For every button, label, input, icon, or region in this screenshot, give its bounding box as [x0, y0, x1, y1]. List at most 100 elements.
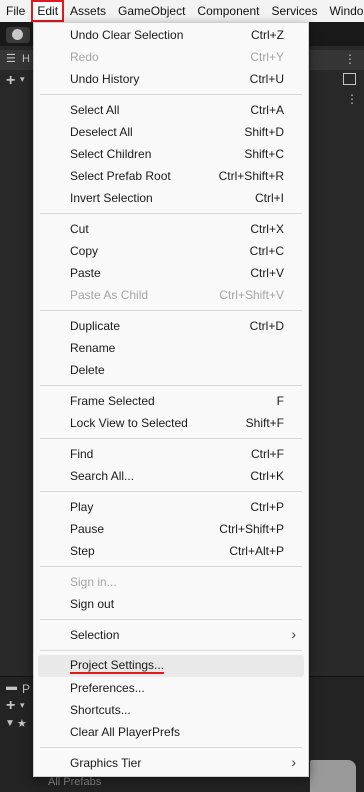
project-create-dropdown-icon[interactable]: ▾: [20, 700, 25, 711]
menu-item-cut[interactable]: Cut Ctrl+X: [38, 218, 304, 240]
menu-item-find[interactable]: Find Ctrl+F: [38, 443, 304, 465]
menu-separator: [40, 747, 302, 748]
menu-item-shortcut: F: [276, 394, 284, 408]
menu-item-redo: Redo Ctrl+Y: [38, 46, 304, 68]
menu-item-label: Deselect All: [70, 125, 133, 139]
menu-item-sign-in: Sign in...: [38, 571, 304, 593]
menu-item-label: Sign in...: [70, 575, 117, 589]
menu-edit[interactable]: Edit: [31, 0, 65, 22]
inspector-panel: [300, 46, 364, 676]
project-create-plus-icon[interactable]: +: [6, 697, 15, 715]
menu-item-copy[interactable]: Copy Ctrl+C: [38, 240, 304, 262]
menu-item-label: Paste As Child: [70, 288, 149, 302]
menu-separator: [40, 438, 302, 439]
menu-item-duplicate[interactable]: Duplicate Ctrl+D: [38, 315, 304, 337]
menu-item-undo-clear-selection[interactable]: Undo Clear Selection Ctrl+Z: [38, 24, 304, 46]
menu-separator: [40, 213, 302, 214]
menu-item-shortcut: Ctrl+Shift+R: [218, 169, 284, 183]
menu-item-paste[interactable]: Paste Ctrl+V: [38, 262, 304, 284]
menu-item-preferences[interactable]: Preferences...: [38, 677, 304, 699]
asset-folder-icon[interactable]: [310, 760, 356, 792]
menu-item-select-prefab-root[interactable]: Select Prefab Root Ctrl+Shift+R: [38, 165, 304, 187]
menu-item-step[interactable]: Step Ctrl+Alt+P: [38, 540, 304, 562]
menu-item-frame-selected[interactable]: Frame Selected F: [38, 390, 304, 412]
menu-item-undo-history[interactable]: Undo History Ctrl+U: [38, 68, 304, 90]
menu-services[interactable]: Services: [265, 0, 323, 22]
create-plus-icon[interactable]: +: [6, 72, 15, 90]
menu-item-label: Cut: [70, 222, 89, 236]
menu-item-selection[interactable]: Selection ›: [38, 624, 304, 646]
menu-item-shortcut: Ctrl+Y: [250, 50, 284, 64]
menu-item-search-all[interactable]: Search All... Ctrl+K: [38, 465, 304, 487]
menu-item-label: Search All...: [70, 469, 135, 483]
edit-dropdown-menu: Undo Clear Selection Ctrl+Z Redo Ctrl+Y …: [33, 22, 309, 777]
create-dropdown-icon[interactable]: ▾: [20, 74, 25, 85]
menu-separator: [40, 94, 302, 95]
collapse-arrow-icon[interactable]: ▼: [5, 718, 15, 729]
menu-gameobject[interactable]: GameObject: [112, 0, 191, 22]
hierarchy-menu-icon: ☰: [6, 53, 16, 65]
expand-icon[interactable]: [343, 73, 356, 85]
menu-item-label: Select Children: [70, 147, 152, 161]
menu-item-label: Clear All PlayerPrefs: [70, 725, 181, 739]
menu-item-label: Redo: [70, 50, 99, 64]
menu-item-shortcut: Ctrl+K: [250, 469, 284, 483]
menu-item-shortcut: Ctrl+X: [250, 222, 284, 236]
menu-item-shortcut: Ctrl+V: [250, 266, 284, 280]
menu-item-select-children[interactable]: Select Children Shift+C: [38, 143, 304, 165]
menu-item-shortcut: Shift+D: [244, 125, 284, 139]
menu-item-label: Sign out: [70, 597, 115, 611]
menu-item-play[interactable]: Play Ctrl+P: [38, 496, 304, 518]
menu-item-label: Rename: [70, 341, 116, 355]
submenu-arrow-icon: ›: [291, 754, 296, 770]
menu-item-label: Copy: [70, 244, 99, 258]
menu-file[interactable]: File: [0, 0, 31, 22]
panel-options-icon[interactable]: ⋮: [344, 52, 356, 66]
menu-item-shortcut: Shift+C: [244, 147, 284, 161]
menu-item-invert-selection[interactable]: Invert Selection Ctrl+I: [38, 187, 304, 209]
menu-item-label: Step: [70, 544, 95, 558]
menu-item-rename[interactable]: Rename: [38, 337, 304, 359]
menu-assets[interactable]: Assets: [64, 0, 112, 22]
menu-item-deselect-all[interactable]: Deselect All Shift+D: [38, 121, 304, 143]
menu-item-shortcut: Ctrl+D: [249, 319, 284, 333]
menu-item-label: Undo Clear Selection: [70, 28, 184, 42]
menu-item-pause[interactable]: Pause Ctrl+Shift+P: [38, 518, 304, 540]
menu-separator: [40, 650, 302, 651]
menu-item-delete[interactable]: Delete: [38, 359, 304, 381]
hierarchy-panel: [0, 46, 34, 676]
menu-item-label: Paste: [70, 266, 101, 280]
menu-item-shortcut: Ctrl+Alt+P: [229, 544, 284, 558]
menu-window[interactable]: Windo: [323, 0, 364, 22]
menu-component[interactable]: Component: [191, 0, 265, 22]
submenu-arrow-icon: ›: [291, 626, 296, 642]
menu-item-sign-out[interactable]: Sign out: [38, 593, 304, 615]
menu-separator: [40, 566, 302, 567]
menu-item-label: Find: [70, 447, 94, 461]
menu-item-label: Delete: [70, 363, 105, 377]
folder-icon: ▬: [6, 681, 17, 693]
all-prefabs-item[interactable]: All Prefabs: [48, 776, 101, 788]
menu-item-shortcut: Ctrl+I: [254, 191, 284, 205]
account-icon: [12, 29, 23, 40]
menu-item-shortcut: Ctrl+U: [249, 72, 284, 86]
menu-item-label: Shortcuts...: [70, 703, 131, 717]
menu-item-shortcut: Ctrl+F: [251, 447, 284, 461]
menu-item-clear-all-playerprefs[interactable]: Clear All PlayerPrefs: [38, 721, 304, 743]
menu-item-lock-view-to-selected[interactable]: Lock View to Selected Shift+F: [38, 412, 304, 434]
menu-item-shortcut: Ctrl+A: [250, 103, 284, 117]
menu-item-project-settings[interactable]: Project Settings...: [38, 655, 304, 677]
menu-item-graphics-tier[interactable]: Graphics Tier ›: [38, 752, 304, 774]
menu-item-shortcut: Ctrl+P: [250, 500, 284, 514]
menu-separator: [40, 619, 302, 620]
menu-item-select-all[interactable]: Select All Ctrl+A: [38, 99, 304, 121]
menu-item-label: Play: [70, 500, 94, 514]
menu-item-shortcut: Ctrl+Z: [251, 28, 284, 42]
menu-item-label: Preferences...: [70, 681, 145, 695]
menu-item-shortcuts[interactable]: Shortcuts...: [38, 699, 304, 721]
panel-more-icon[interactable]: ⋮: [346, 92, 358, 106]
menu-separator: [40, 310, 302, 311]
menu-item-label: Invert Selection: [70, 191, 153, 205]
menu-item-label: Pause: [70, 522, 105, 536]
menu-separator: [40, 491, 302, 492]
